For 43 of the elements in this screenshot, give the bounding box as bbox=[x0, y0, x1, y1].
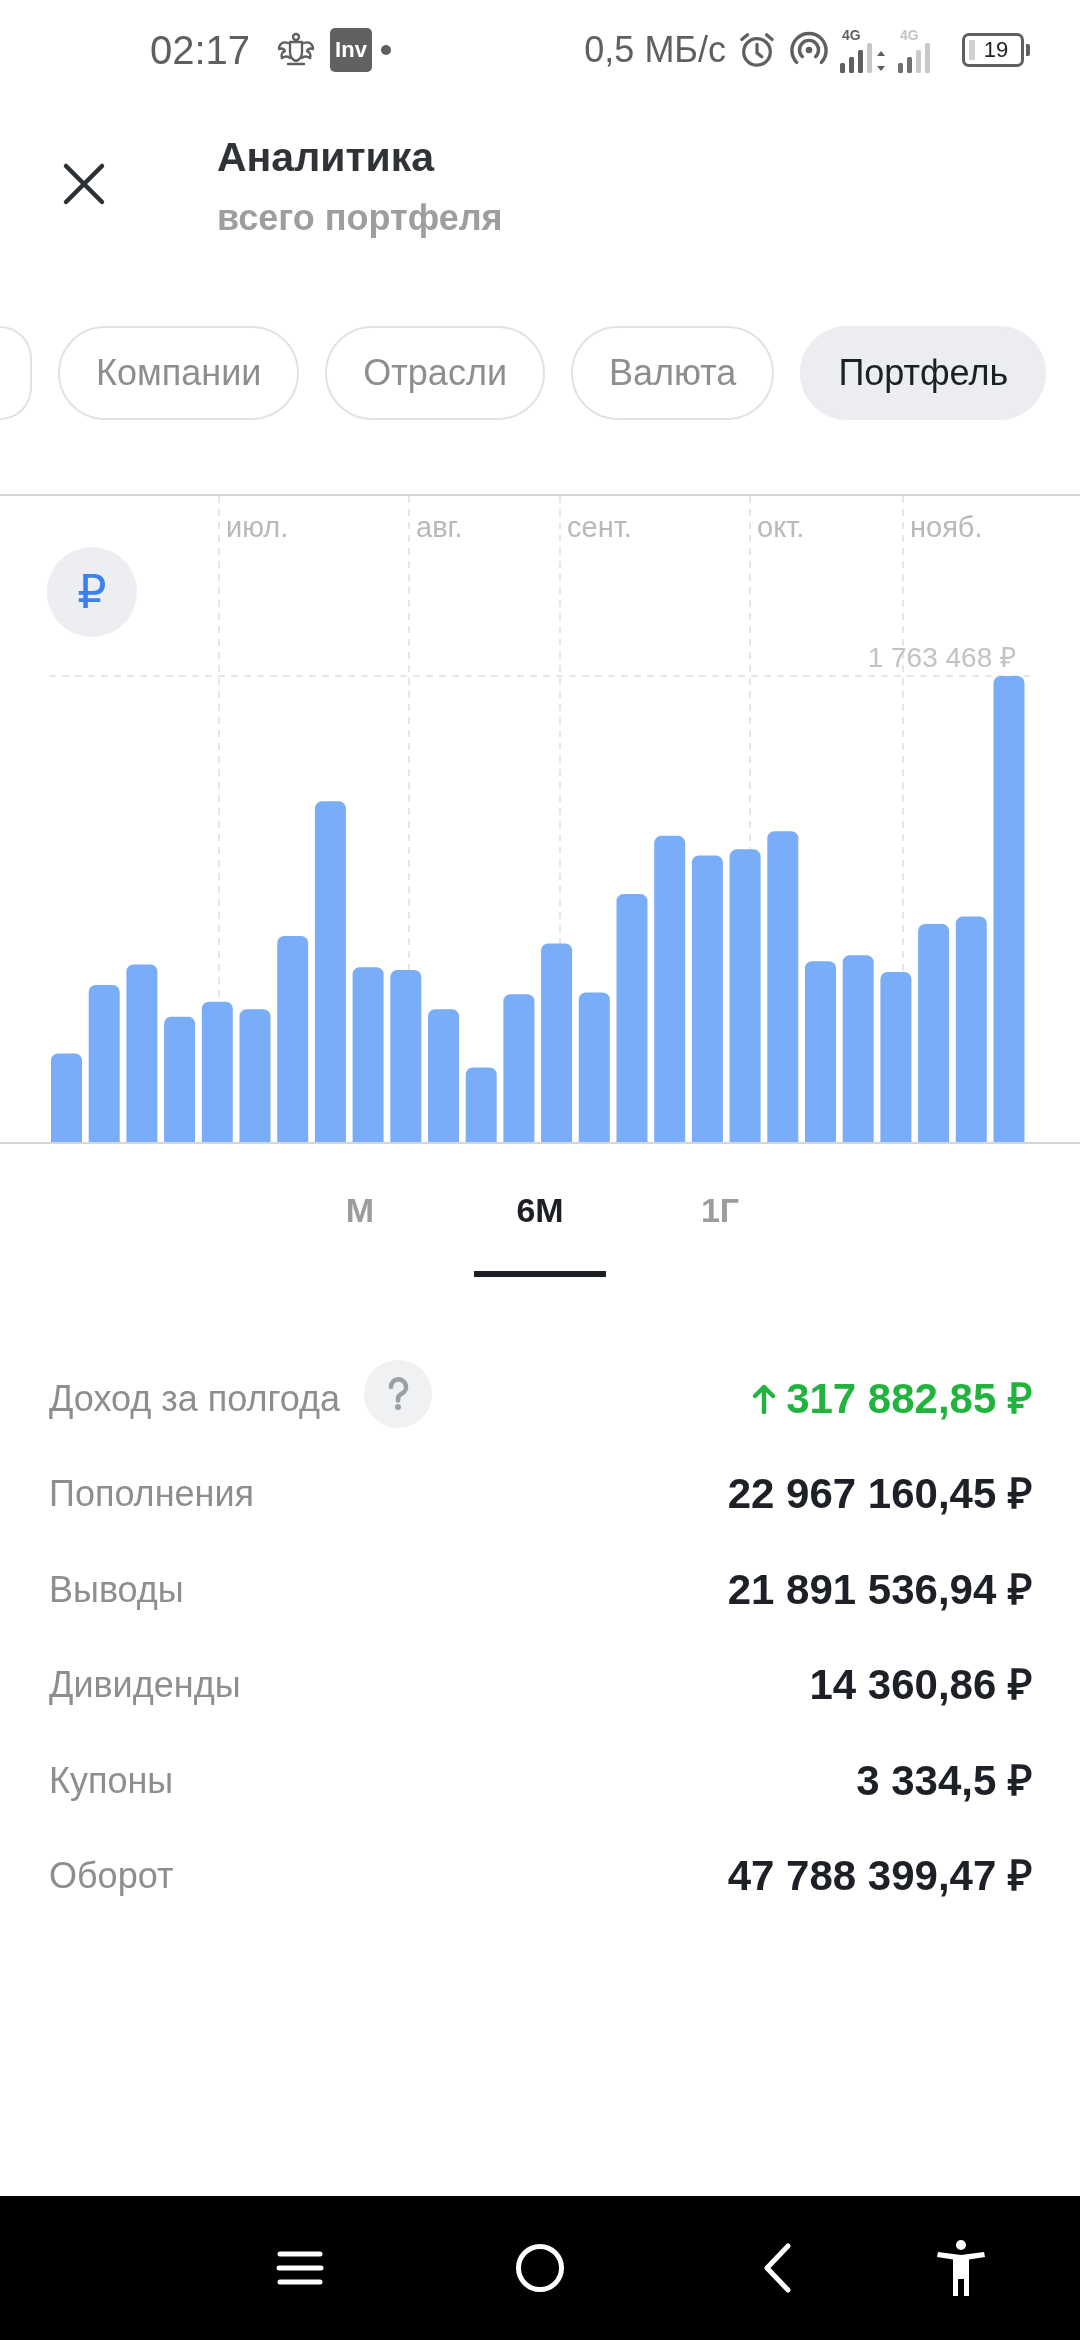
filter-chip[interactable]: Валюта bbox=[571, 326, 775, 420]
month-label: окт. bbox=[757, 511, 805, 543]
app-badge: Inv bbox=[330, 28, 372, 72]
stat-label: Купоны bbox=[49, 1758, 174, 1803]
status-time: 02:17 bbox=[150, 27, 251, 73]
battery-indicator: 19 bbox=[962, 33, 1030, 67]
home-icon[interactable] bbox=[515, 2243, 565, 2293]
accessibility-icon[interactable] bbox=[936, 2240, 986, 2296]
stat-label: Доход за полгода bbox=[49, 1376, 341, 1421]
stat-value: 21 891 536,94 ₽ bbox=[727, 1564, 1032, 1615]
filter-chip[interactable]: Компании bbox=[58, 326, 300, 420]
network-speed: 0,5 МБ/с bbox=[584, 28, 726, 72]
filter-chip[interactable]: Отрасли bbox=[325, 326, 545, 420]
max-value-label: 1 763 468 ₽ bbox=[867, 642, 1016, 673]
stat-value: 3 334,5 ₽ bbox=[856, 1755, 1032, 1806]
notification-dot-icon bbox=[380, 45, 391, 55]
month-label: июл. bbox=[226, 511, 289, 543]
page-subtitle: всего портфеля bbox=[217, 196, 503, 240]
period-tab[interactable]: 1Г bbox=[654, 1144, 786, 1277]
menu-icon[interactable] bbox=[276, 2250, 324, 2286]
stat-value: 14 360,86 ₽ bbox=[809, 1660, 1032, 1711]
month-label: сент. bbox=[567, 511, 632, 543]
help-icon[interactable] bbox=[364, 1359, 433, 1428]
month-label: авг. bbox=[416, 511, 463, 543]
alarm-icon bbox=[738, 31, 776, 69]
stat-label: Выводы bbox=[49, 1567, 184, 1612]
network-type-label: 4G bbox=[900, 27, 919, 43]
stat-value: 47 788 399,47 ₽ bbox=[727, 1851, 1032, 1902]
back-icon[interactable] bbox=[763, 2243, 793, 2293]
stat-value: 22 967 160,45 ₽ bbox=[727, 1469, 1032, 1520]
period-tab[interactable]: 6М bbox=[474, 1144, 606, 1277]
currency-button[interactable]: ₽ bbox=[47, 547, 137, 637]
page-title: Аналитика bbox=[217, 133, 436, 182]
stat-label: Пополнения bbox=[49, 1472, 254, 1517]
network-type-label: 4G bbox=[842, 27, 861, 43]
filter-chip[interactable]: Портфель bbox=[800, 326, 1047, 420]
arrow-up-icon bbox=[752, 1383, 777, 1414]
stat-label: Оборот bbox=[49, 1854, 174, 1899]
stat-label: Дивиденды bbox=[49, 1663, 241, 1708]
period-tab[interactable]: М bbox=[294, 1144, 426, 1277]
stat-value: 317 882,85 ₽ bbox=[786, 1373, 1032, 1424]
close-icon[interactable] bbox=[62, 162, 106, 206]
month-label: нояб. bbox=[910, 511, 983, 543]
